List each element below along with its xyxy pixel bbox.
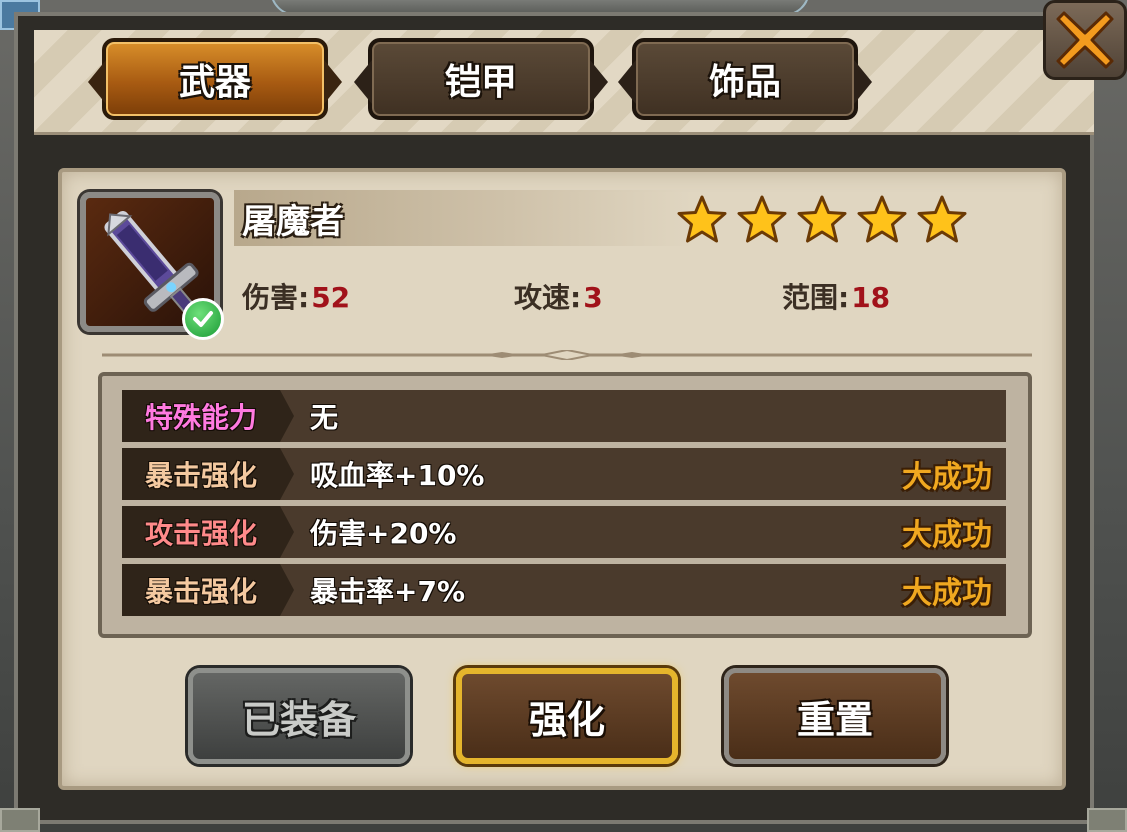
attribute-value: 无	[310, 401, 339, 434]
attribute-label: 攻击强化	[122, 506, 294, 558]
star-icon	[797, 195, 847, 243]
stat-label: 伤害:	[242, 281, 310, 314]
tab-bar: 武器 铠甲 饰品	[34, 30, 1094, 135]
attribute-result: 大成功	[902, 518, 992, 553]
tab-weapon[interactable]: 武器	[88, 38, 342, 120]
equipped-badge	[182, 298, 224, 340]
ornament-divider	[102, 350, 1032, 360]
tab-accessory[interactable]: 饰品	[618, 38, 872, 120]
item-name: 屠魔者	[242, 202, 344, 242]
stat-range: 范围:18	[782, 276, 890, 316]
stat-value: 18	[851, 281, 891, 314]
stat-value: 3	[583, 281, 603, 314]
attribute-value: 吸血率+10%	[310, 459, 485, 492]
star-icon	[857, 195, 907, 243]
star-icon	[737, 195, 787, 243]
close-x-icon	[1056, 11, 1114, 69]
tab-armor[interactable]: 铠甲	[354, 38, 608, 120]
stat-label: 范围:	[782, 281, 850, 314]
attribute-value: 伤害+20%	[310, 517, 457, 550]
frame-corner-ornament	[1087, 808, 1127, 832]
equipped-button[interactable]: 已装备	[188, 668, 410, 764]
stat-attack-speed: 攻速:3	[514, 276, 603, 316]
star-icon	[917, 195, 967, 243]
attribute-row: 特殊能力 无	[122, 390, 1006, 442]
attribute-label: 暴击强化	[122, 448, 294, 500]
stat-value: 52	[311, 281, 351, 314]
stat-damage: 伤害:52	[242, 276, 350, 316]
attribute-result: 大成功	[902, 576, 992, 611]
attribute-row: 暴击强化 暴击率+7% 大成功	[122, 564, 1006, 616]
item-detail-panel: 屠魔者 伤害:52 攻速:3 范围:18 特殊能力 无 暴击强化 吸血率+10%…	[58, 168, 1066, 790]
check-icon	[193, 311, 213, 327]
enhance-button[interactable]: 强化	[456, 668, 678, 764]
attribute-label: 暴击强化	[122, 564, 294, 616]
attribute-row: 暴击强化 吸血率+10% 大成功	[122, 448, 1006, 500]
frame-corner-ornament	[0, 808, 40, 832]
reset-button[interactable]: 重置	[724, 668, 946, 764]
attribute-row: 攻击强化 伤害+20% 大成功	[122, 506, 1006, 558]
star-rating	[676, 194, 968, 246]
attribute-value: 暴击率+7%	[310, 575, 465, 608]
attribute-label: 特殊能力	[122, 390, 294, 442]
star-icon	[677, 195, 727, 243]
attribute-result: 大成功	[902, 460, 992, 495]
stat-label: 攻速:	[514, 281, 582, 314]
attribute-list: 特殊能力 无 暴击强化 吸血率+10% 大成功 攻击强化 伤害+20% 大成功 …	[98, 372, 1032, 638]
close-button[interactable]	[1043, 0, 1127, 80]
